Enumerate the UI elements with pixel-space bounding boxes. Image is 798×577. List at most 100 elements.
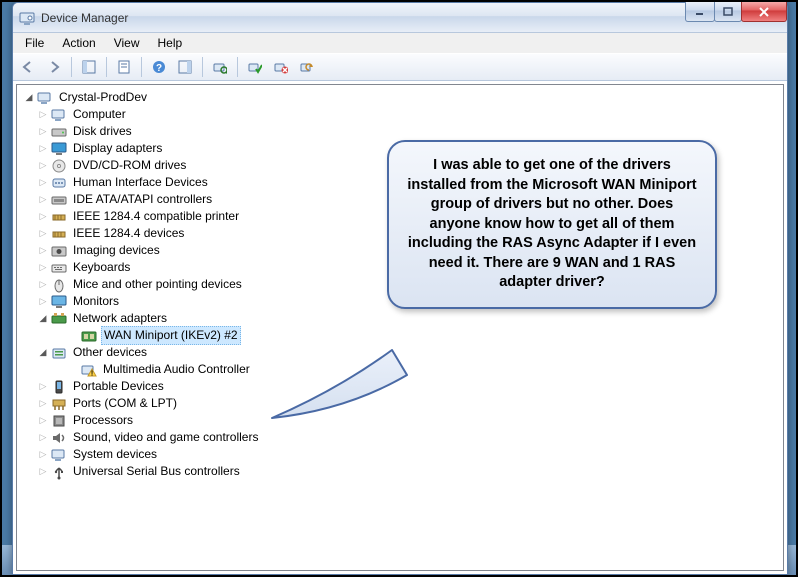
expand-icon[interactable]: ▷ bbox=[37, 245, 49, 257]
expand-icon[interactable]: ▷ bbox=[37, 262, 49, 274]
tree-item-label: Display adapters bbox=[71, 140, 164, 157]
close-button[interactable] bbox=[741, 2, 787, 22]
expand-icon[interactable]: ▷ bbox=[37, 432, 49, 444]
device-tree[interactable]: ◢ Crystal-ProdDev ▷ Computer ▷ Disk driv… bbox=[16, 84, 784, 571]
device-category-icon bbox=[51, 464, 67, 480]
tree-item-label: Keyboards bbox=[71, 259, 132, 276]
expand-icon[interactable]: ▷ bbox=[37, 449, 49, 461]
tree-item-label: Processors bbox=[71, 412, 135, 429]
expand-icon[interactable]: ▷ bbox=[37, 228, 49, 240]
tree-item-label: Imaging devices bbox=[71, 242, 162, 259]
minimize-button[interactable] bbox=[685, 2, 715, 22]
expand-icon[interactable]: ▷ bbox=[37, 415, 49, 427]
tree-item-label: Mice and other pointing devices bbox=[71, 276, 244, 293]
svg-text:?: ? bbox=[156, 63, 162, 74]
tree-item[interactable]: ▷ Universal Serial Bus controllers bbox=[19, 463, 781, 480]
forward-button[interactable] bbox=[43, 56, 65, 78]
device-category-icon bbox=[51, 141, 67, 157]
collapse-icon[interactable]: ◢ bbox=[23, 92, 35, 104]
device-category-icon bbox=[51, 226, 67, 242]
device-category-icon bbox=[51, 277, 67, 293]
expand-icon[interactable]: ▷ bbox=[37, 143, 49, 155]
tree-item[interactable]: ▷ Computer bbox=[19, 106, 781, 123]
device-category-icon bbox=[51, 192, 67, 208]
scan-hardware-button[interactable] bbox=[209, 56, 231, 78]
show-hide-tree-button[interactable] bbox=[78, 56, 100, 78]
tree-item-label: DVD/CD-ROM drives bbox=[71, 157, 188, 174]
properties-button[interactable] bbox=[113, 56, 135, 78]
collapse-icon[interactable]: ◢ bbox=[37, 347, 49, 359]
tree-root[interactable]: ◢ Crystal-ProdDev bbox=[19, 89, 781, 106]
device-category-icon bbox=[51, 107, 67, 123]
network-adapter-icon bbox=[81, 328, 97, 344]
device-manager-window: Device Manager File Action View Help ? bbox=[12, 2, 788, 575]
collapse-icon[interactable]: ◢ bbox=[37, 313, 49, 325]
menu-action[interactable]: Action bbox=[54, 34, 103, 52]
computer-icon bbox=[37, 90, 53, 106]
tree-item-label: Portable Devices bbox=[71, 378, 166, 395]
device-category-icon bbox=[51, 447, 67, 463]
app-icon bbox=[19, 10, 35, 26]
expand-icon[interactable]: ▷ bbox=[37, 109, 49, 121]
tree-item-label: Monitors bbox=[71, 293, 121, 310]
device-category-icon bbox=[51, 430, 67, 446]
tree-item-label: IEEE 1284.4 compatible printer bbox=[71, 208, 241, 225]
tree-item-label: Network adapters bbox=[71, 310, 169, 327]
tree-item-label: Ports (COM & LPT) bbox=[71, 395, 179, 412]
tree-item-label: Computer bbox=[71, 106, 128, 123]
tree-item[interactable]: ▷ System devices bbox=[19, 446, 781, 463]
expand-icon[interactable]: ▷ bbox=[37, 466, 49, 478]
expand-icon[interactable]: ▷ bbox=[37, 381, 49, 393]
device-category-icon bbox=[51, 379, 67, 395]
device-category-icon bbox=[51, 345, 67, 361]
tree-item[interactable]: ▷ Disk drives bbox=[19, 123, 781, 140]
tree-item-label: Human Interface Devices bbox=[71, 174, 210, 191]
expand-icon[interactable]: ▷ bbox=[37, 279, 49, 291]
help-button[interactable]: ? bbox=[148, 56, 170, 78]
titlebar[interactable]: Device Manager bbox=[13, 3, 787, 33]
device-category-icon bbox=[51, 124, 67, 140]
device-category-icon bbox=[51, 396, 67, 412]
tree-item-label: Multimedia Audio Controller bbox=[101, 361, 252, 378]
device-category-icon bbox=[51, 209, 67, 225]
menu-help[interactable]: Help bbox=[150, 34, 191, 52]
toolbar: ? bbox=[13, 53, 787, 81]
menu-view[interactable]: View bbox=[106, 34, 148, 52]
update-driver-button[interactable] bbox=[296, 56, 318, 78]
tree-item-label: WAN Miniport (IKEv2) #2 bbox=[101, 326, 241, 345]
device-category-icon bbox=[51, 260, 67, 276]
expand-icon[interactable]: ▷ bbox=[37, 194, 49, 206]
back-button[interactable] bbox=[17, 56, 39, 78]
expand-icon[interactable]: ▷ bbox=[37, 296, 49, 308]
window-title: Device Manager bbox=[41, 11, 128, 25]
expand-icon[interactable]: ▷ bbox=[37, 160, 49, 172]
expand-icon[interactable]: ▷ bbox=[37, 211, 49, 223]
tree-item[interactable]: ◢ Network adapters bbox=[19, 310, 781, 327]
menubar: File Action View Help bbox=[13, 33, 787, 53]
uninstall-button[interactable] bbox=[270, 56, 292, 78]
callout-tail bbox=[277, 340, 417, 440]
tree-root-label: Crystal-ProdDev bbox=[57, 89, 149, 106]
action-pane-button[interactable] bbox=[174, 56, 196, 78]
annotation-callout: I was able to get one of the drivers ins… bbox=[387, 140, 717, 309]
warning-device-icon: ! bbox=[81, 362, 97, 378]
device-category-icon bbox=[51, 243, 67, 259]
maximize-button[interactable] bbox=[714, 2, 742, 22]
expand-icon[interactable]: ▷ bbox=[37, 398, 49, 410]
expand-icon[interactable]: ▷ bbox=[37, 177, 49, 189]
device-category-icon bbox=[51, 158, 67, 174]
device-category-icon bbox=[51, 294, 67, 310]
svg-text:!: ! bbox=[91, 370, 93, 377]
callout-text: I was able to get one of the drivers ins… bbox=[387, 140, 717, 309]
device-category-icon bbox=[51, 413, 67, 429]
device-category-icon bbox=[51, 175, 67, 191]
enable-button[interactable] bbox=[244, 56, 266, 78]
tree-item-label: IEEE 1284.4 devices bbox=[71, 225, 186, 242]
expand-icon[interactable]: ▷ bbox=[37, 126, 49, 138]
tree-item-label: Other devices bbox=[71, 344, 149, 361]
tree-item-label: Disk drives bbox=[71, 123, 134, 140]
device-category-icon bbox=[51, 311, 67, 327]
tree-item-label: System devices bbox=[71, 446, 159, 463]
tree-item-label: Sound, video and game controllers bbox=[71, 429, 260, 446]
menu-file[interactable]: File bbox=[17, 34, 52, 52]
